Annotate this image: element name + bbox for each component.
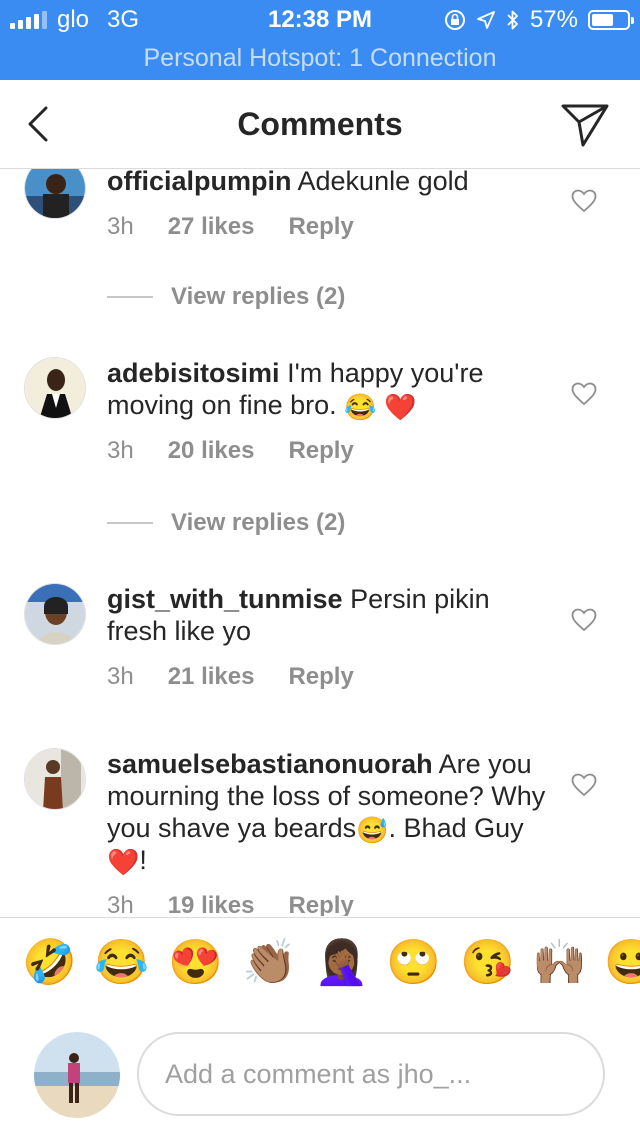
emoji-button[interactable]: 🤣 <box>22 938 77 988</box>
battery-percent: 57% <box>529 6 578 33</box>
emoji: 😅 <box>356 815 389 845</box>
view-replies-label: View replies (2) <box>171 509 346 536</box>
status-bar: glo 3G 12:38 PM 57% Personal Hotspot: 1 … <box>0 0 640 80</box>
emoji-button[interactable]: 😘 <box>460 938 515 988</box>
comment-likes[interactable]: 20 likes <box>168 437 255 465</box>
comment-time: 3h <box>107 892 134 916</box>
emoji-button[interactable]: 😀 <box>604 938 640 988</box>
avatar[interactable] <box>24 357 86 419</box>
reply-button[interactable]: Reply <box>288 663 353 691</box>
comment-text: samuelsebastianonuorah Are you mourning … <box>107 748 547 876</box>
avatar[interactable] <box>24 169 86 219</box>
page-title: Comments <box>237 106 403 142</box>
divider <box>107 522 153 524</box>
comment-meta: 3h 21 likes Reply <box>107 663 354 691</box>
comment-body-end: ! <box>139 845 147 875</box>
reply-button[interactable]: Reply <box>288 213 353 241</box>
heart-icon[interactable] <box>571 608 597 632</box>
heart-icon[interactable] <box>571 773 597 797</box>
view-replies-button[interactable]: View replies (2) <box>107 283 345 311</box>
status-right: 57% <box>444 6 634 34</box>
emoji: 😂 <box>344 392 377 422</box>
view-replies-button[interactable]: View replies (2) <box>107 509 345 537</box>
reply-button[interactable]: Reply <box>288 892 353 916</box>
paper-plane-icon <box>561 104 609 147</box>
emoji: ❤️ <box>107 847 140 877</box>
hotspot-banner[interactable]: Personal Hotspot: 1 Connection <box>0 44 640 73</box>
bluetooth-icon <box>507 10 518 30</box>
comment-input[interactable] <box>137 1032 605 1116</box>
comment-username[interactable]: samuelsebastianonuorah <box>107 749 433 779</box>
direct-share-button[interactable] <box>560 102 610 148</box>
emoji-button[interactable]: 😍 <box>168 938 223 988</box>
emoji-button[interactable]: 👏🏽 <box>242 938 297 988</box>
comment-composer <box>0 1018 640 1136</box>
heart-icon[interactable] <box>571 382 597 406</box>
comment-time: 3h <box>107 437 134 464</box>
view-replies-label: View replies (2) <box>171 283 346 310</box>
emoji-bar: 🤣 😂 😍 👏🏽 🤦🏾‍♀️ 🙄 😘 🙌🏽 😀 <box>0 917 640 1018</box>
comment-meta: 3h 27 likes Reply <box>107 213 354 241</box>
comment-meta: 3h 20 likes Reply <box>107 437 354 465</box>
nav-bar: Comments <box>0 80 640 169</box>
rotation-lock-icon <box>444 10 465 30</box>
comment-time: 3h <box>107 213 134 240</box>
comment-text: adebisitosimi I'm happy you're moving on… <box>107 357 547 421</box>
comment-username[interactable]: gist_with_tunmise <box>107 584 343 614</box>
divider <box>107 296 153 298</box>
emoji-button[interactable]: 🙌🏽 <box>532 938 587 988</box>
battery-icon <box>588 10 634 30</box>
avatar[interactable] <box>24 748 86 810</box>
comment-body: Adekunle gold <box>297 169 469 196</box>
comment-text: officialpumpin Adekunle gold <box>107 169 547 197</box>
comment-text: gist_with_tunmise Persin pikin fresh lik… <box>107 583 547 647</box>
current-user-avatar <box>34 1032 120 1118</box>
comment-time: 3h <box>107 663 134 690</box>
reply-button[interactable]: Reply <box>288 437 353 465</box>
emoji-button[interactable]: 🤦🏾‍♀️ <box>314 938 369 988</box>
comment-list[interactable]: officialpumpin Adekunle gold 3h 27 likes… <box>0 169 640 916</box>
comment-body-cont: . Bhad Guy <box>388 813 524 843</box>
comment-likes[interactable]: 21 likes <box>168 663 255 691</box>
comment-likes[interactable]: 27 likes <box>168 213 255 241</box>
emoji: ❤️ <box>384 392 417 422</box>
location-arrow-icon <box>477 11 495 29</box>
comment-likes[interactable]: 19 likes <box>168 892 255 916</box>
emoji-button[interactable]: 🙄 <box>386 938 441 988</box>
heart-icon[interactable] <box>571 189 597 213</box>
comment-username[interactable]: officialpumpin <box>107 169 292 196</box>
avatar[interactable] <box>24 583 86 645</box>
comment-username[interactable]: adebisitosimi <box>107 358 280 388</box>
comment-meta: 3h 19 likes Reply <box>107 892 354 916</box>
emoji-button[interactable]: 😂 <box>94 938 149 988</box>
